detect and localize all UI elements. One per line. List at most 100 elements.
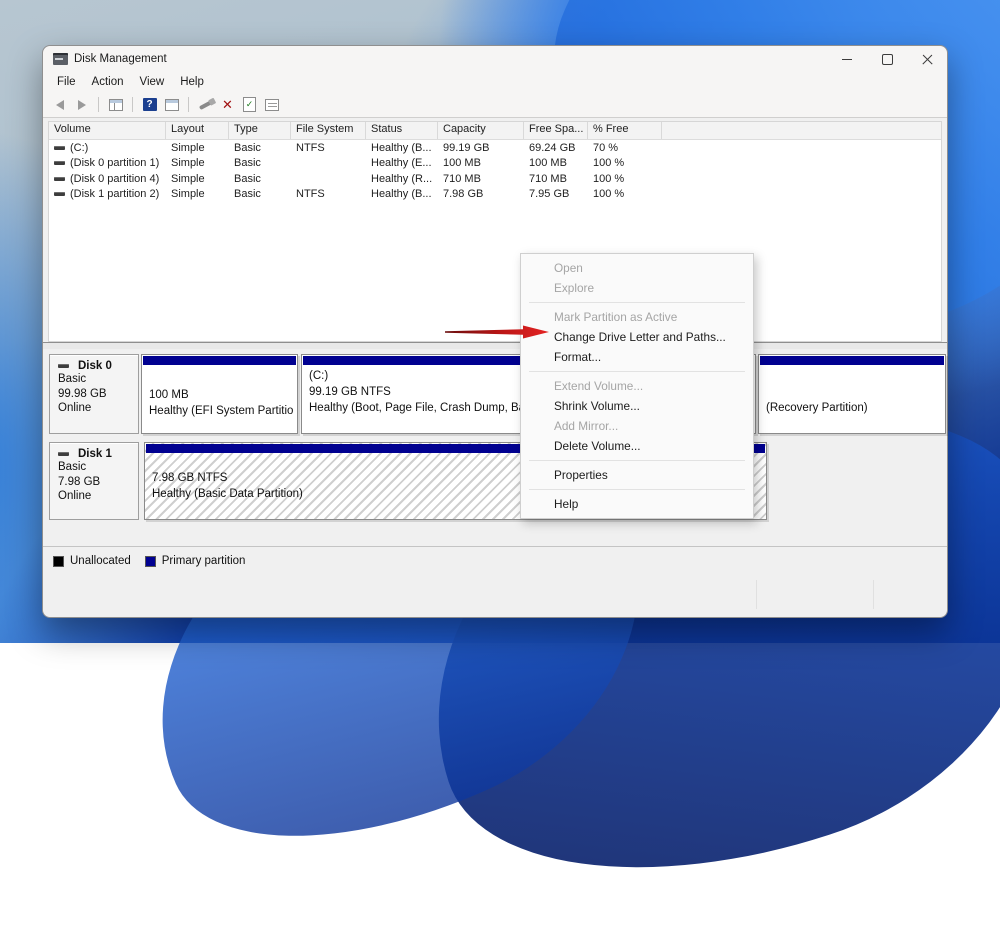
volume-free: 710 MB (524, 173, 588, 185)
menu-separator (529, 302, 745, 303)
title-bar[interactable]: Disk Management (43, 46, 947, 72)
volume-name: (C:) (49, 142, 166, 154)
menu-help[interactable]: Help (172, 74, 212, 90)
menu-file[interactable]: File (49, 74, 84, 90)
close-icon (922, 54, 933, 65)
forward-button[interactable] (73, 97, 90, 113)
forward-icon (78, 100, 86, 110)
menu-item-delete[interactable]: Delete Volume... (521, 436, 753, 456)
column-filler (662, 122, 941, 139)
window-title: Disk Management (74, 53, 167, 65)
primary-partition-bar (143, 356, 296, 365)
column-layout[interactable]: Layout (166, 122, 229, 139)
legend-bar: Unallocated Primary partition (43, 546, 947, 575)
legend-unallocated: Unallocated (53, 555, 131, 567)
disk0-kind: Basic (58, 372, 138, 387)
primary-partition-bar (760, 356, 944, 365)
volume-name: (Disk 0 partition 4) (49, 173, 166, 185)
partition-context-menu: Open Explore Mark Partition as Active Ch… (520, 253, 754, 519)
menu-separator (529, 371, 745, 372)
volume-list: Volume Layout Type File System Status Ca… (48, 121, 942, 342)
disk-icon (54, 192, 65, 196)
volume-fs: NTFS (291, 142, 366, 154)
volume-row[interactable]: (Disk 0 partition 4) Simple Basic Health… (49, 171, 941, 187)
volume-status: Healthy (B... (366, 142, 438, 154)
column-type[interactable]: Type (229, 122, 291, 139)
maximize-button[interactable] (867, 46, 907, 72)
menu-separator (529, 460, 745, 461)
column-status[interactable]: Status (366, 122, 438, 139)
volume-pct-free: 100 % (588, 157, 662, 169)
menu-separator (529, 489, 745, 490)
volume-list-header: Volume Layout Type File System Status Ca… (49, 122, 941, 140)
disk-icon (54, 146, 65, 150)
volume-fs: NTFS (291, 188, 366, 200)
volume-free: 7.95 GB (524, 188, 588, 200)
volume-free: 69.24 GB (524, 142, 588, 154)
menu-item-shrink[interactable]: Shrink Volume... (521, 396, 753, 416)
column-free-space[interactable]: Free Spa... (524, 122, 588, 139)
volume-pct-free: 100 % (588, 188, 662, 200)
volume-pct-free: 70 % (588, 142, 662, 154)
volume-name: (Disk 1 partition 2) (49, 188, 166, 200)
close-button[interactable] (907, 46, 947, 72)
menu-item-properties[interactable]: Properties (521, 465, 753, 485)
help-button[interactable]: ? (141, 97, 158, 113)
legend-label: Unallocated (70, 555, 131, 567)
menu-bar: File Action View Help (43, 72, 947, 92)
disk-icon (58, 364, 69, 368)
disk-icon (54, 161, 65, 165)
volume-layout: Simple (166, 188, 229, 200)
check-document-button[interactable]: ✓ (241, 97, 258, 113)
toolbar: ? ✕ ✓ (43, 92, 947, 118)
status-separator (756, 580, 757, 609)
partition-efi[interactable]: 100 MB Healthy (EFI System Partition) (141, 354, 298, 434)
menu-view[interactable]: View (132, 74, 173, 90)
disk1-size: 7.98 GB (58, 475, 138, 490)
volume-row[interactable]: (Disk 0 partition 1) Simple Basic Health… (49, 156, 941, 172)
disk1-kind: Basic (58, 460, 138, 475)
partition-recovery[interactable]: (Recovery Partition) (758, 354, 946, 434)
status-separator (873, 580, 874, 609)
menu-item-open: Open (521, 258, 753, 278)
minimize-button[interactable] (827, 46, 867, 72)
action-pane-button[interactable] (163, 97, 180, 113)
disk-management-window: Disk Management File Action View Help ? … (42, 45, 948, 618)
volume-row[interactable]: (C:) Simple Basic NTFS Healthy (B... 99.… (49, 140, 941, 156)
help-icon: ? (143, 98, 157, 111)
disk0-label[interactable]: Disk 0 Basic 99.98 GB Online (49, 354, 139, 434)
disk-icon (58, 452, 69, 456)
column-volume[interactable]: Volume (49, 122, 166, 139)
volume-capacity: 99.19 GB (438, 142, 524, 154)
console-tree-icon (109, 99, 123, 111)
column-capacity[interactable]: Capacity (438, 122, 524, 139)
menu-item-extend: Extend Volume... (521, 376, 753, 396)
column-file-system[interactable]: File System (291, 122, 366, 139)
back-button[interactable] (51, 97, 68, 113)
delete-volume-button[interactable]: ✕ (219, 97, 236, 113)
volume-row[interactable]: (Disk 1 partition 2) Simple Basic NTFS H… (49, 187, 941, 203)
check-document-icon: ✓ (243, 97, 256, 112)
menu-item-help[interactable]: Help (521, 494, 753, 514)
screwdriver-icon (198, 99, 212, 109)
console-tree-button[interactable] (107, 97, 124, 113)
volume-type: Basic (229, 142, 291, 154)
status-bar (43, 574, 947, 617)
partition-status: (Recovery Partition) (766, 401, 941, 417)
volume-layout: Simple (166, 142, 229, 154)
disk1-name: Disk 1 (58, 448, 138, 460)
volume-capacity: 710 MB (438, 173, 524, 185)
volume-capacity: 7.98 GB (438, 188, 524, 200)
properties-button[interactable] (263, 97, 280, 113)
column-pct-free[interactable]: % Free (588, 122, 662, 139)
disk1-label[interactable]: Disk 1 Basic 7.98 GB Online (49, 442, 139, 520)
volume-type: Basic (229, 188, 291, 200)
menu-item-change-drive-letter[interactable]: Change Drive Letter and Paths... (521, 327, 753, 347)
menu-item-format[interactable]: Format... (521, 347, 753, 367)
tool-button[interactable] (197, 97, 214, 113)
menu-item-mark-active: Mark Partition as Active (521, 307, 753, 327)
properties-icon (265, 99, 279, 111)
menu-action[interactable]: Action (84, 74, 132, 90)
toolbar-separator (98, 97, 99, 112)
maximize-icon (882, 54, 893, 65)
